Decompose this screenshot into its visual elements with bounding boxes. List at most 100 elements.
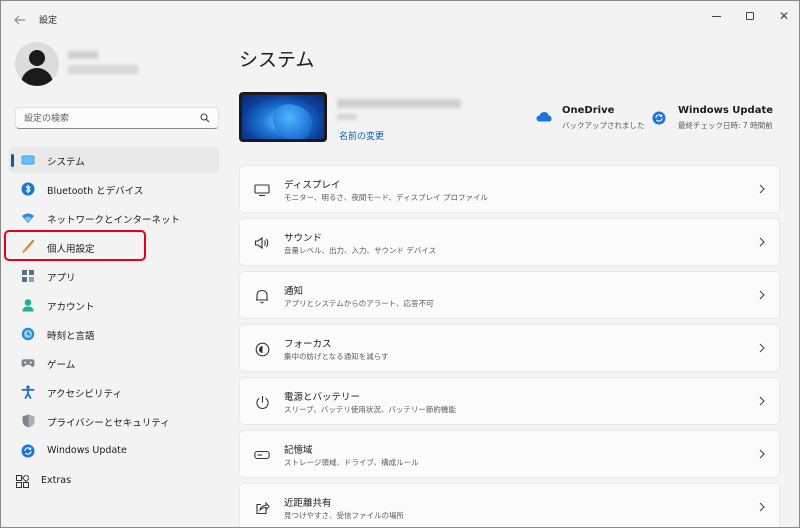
- back-button[interactable]: [9, 9, 31, 31]
- card-subtitle: 音量レベル、出力、入力、サウンド デバイス: [284, 246, 437, 255]
- sidebar-item-extras[interactable]: Extras: [3, 468, 213, 494]
- apps-icon: [21, 269, 35, 283]
- device-name-blurred: [337, 99, 461, 108]
- settings-card-sound[interactable]: サウンド 音量レベル、出力、入力、サウンド デバイス: [239, 218, 780, 266]
- wifi-icon: [21, 211, 35, 225]
- card-title: フォーカス: [284, 339, 332, 350]
- window-title: 設定: [39, 16, 58, 26]
- sidebar-item-time-language[interactable]: 時刻と言語: [9, 321, 219, 347]
- settings-card-focus[interactable]: フォーカス 集中の妨げとなる通知を減らす: [239, 324, 780, 372]
- windows-update-subtitle: 最終チェック日時: 7 時間前: [678, 121, 773, 130]
- gamepad-icon: [21, 356, 35, 370]
- card-title: 電源とバッテリー: [284, 392, 361, 403]
- device-wallpaper-thumbnail: [239, 92, 327, 142]
- card-subtitle: 見つけやすさ、受信ファイルの場所: [284, 511, 404, 520]
- selection-indicator: [11, 154, 14, 167]
- globe-clock-icon: [21, 327, 35, 341]
- sidebar-item-system[interactable]: システム: [9, 147, 219, 173]
- focus-icon: [254, 341, 270, 357]
- storage-drive-icon: [254, 447, 270, 463]
- sidebar-item-label: Windows Update: [47, 445, 127, 456]
- sidebar-item-accessibility[interactable]: アクセシビリティ: [9, 379, 219, 405]
- windows-update-status[interactable]: Windows Update 最終チェック日時: 7 時間前: [652, 105, 792, 135]
- chevron-right-icon: [757, 447, 767, 461]
- avatar[interactable]: [15, 42, 59, 86]
- sidebar-item-label: システム: [47, 157, 85, 168]
- user-email-blurred: [68, 65, 138, 74]
- maximize-icon: [746, 12, 754, 20]
- title-bar: 設定 ✕: [1, 1, 799, 39]
- device-model-blurred: [337, 114, 357, 120]
- card-subtitle: アプリとシステムからのアラート、応答不可: [284, 299, 434, 308]
- sidebar-item-accounts[interactable]: アカウント: [9, 292, 219, 318]
- card-subtitle: ストレージ領域、ドライブ、構成ルール: [284, 458, 419, 467]
- chevron-right-icon: [757, 500, 767, 514]
- card-title: 通知: [284, 286, 304, 297]
- sidebar-item-label: アプリ: [47, 273, 76, 284]
- sidebar-item-label: ネットワークとインターネット: [47, 215, 181, 226]
- windows-update-icon: [21, 444, 35, 458]
- extras-grid-icon: [15, 474, 29, 488]
- sidebar-item-label: Extras: [41, 475, 72, 486]
- settings-card-storage[interactable]: 記憶域 ストレージ領域、ドライブ、構成ルール: [239, 430, 780, 478]
- sidebar-item-bluetooth[interactable]: Bluetooth とデバイス: [9, 176, 219, 202]
- settings-window: 設定 ✕ システム Bluetooth とデバイス ネットワークとインタ: [0, 0, 800, 528]
- sidebar-item-apps[interactable]: アプリ: [9, 263, 219, 289]
- onedrive-status[interactable]: OneDrive バックアップされました: [536, 105, 651, 135]
- maximize-button[interactable]: [733, 1, 767, 31]
- arrow-left-icon: [14, 15, 26, 25]
- chevron-right-icon: [757, 394, 767, 408]
- settings-card-display[interactable]: ディスプレイ モニター、明るさ、夜間モード、ディスプレイ プロファイル: [239, 165, 780, 213]
- card-title: ディスプレイ: [284, 180, 341, 191]
- search-box: [15, 107, 219, 129]
- chevron-right-icon: [757, 341, 767, 355]
- windows-update-title: Windows Update: [678, 105, 774, 116]
- cloud-icon: [536, 111, 552, 125]
- minimize-icon: [711, 15, 721, 17]
- search-input[interactable]: [24, 112, 194, 125]
- search-icon[interactable]: [200, 113, 210, 123]
- sidebar-item-label: 時刻と言語: [47, 331, 95, 342]
- speaker-icon: [254, 235, 270, 251]
- chevron-right-icon: [757, 182, 767, 196]
- bell-icon: [254, 288, 270, 304]
- sidebar-item-label: アクセシビリティ: [47, 389, 122, 400]
- card-title: 近距離共有: [284, 498, 332, 509]
- minimize-button[interactable]: [699, 1, 733, 31]
- sidebar-item-label: プライバシーとセキュリティ: [47, 418, 170, 429]
- user-name-blurred: [68, 51, 98, 59]
- power-icon: [254, 394, 270, 410]
- sidebar-item-privacy-security[interactable]: プライバシーとセキュリティ: [9, 408, 219, 434]
- card-subtitle: モニター、明るさ、夜間モード、ディスプレイ プロファイル: [284, 193, 488, 202]
- onedrive-title: OneDrive: [562, 105, 615, 116]
- rename-link[interactable]: 名前の変更: [339, 129, 384, 142]
- settings-card-notifications[interactable]: 通知 アプリとシステムからのアラート、応答不可: [239, 271, 780, 319]
- card-title: 記憶域: [284, 445, 313, 456]
- card-subtitle: スリープ、バッテリ使用状況、バッテリー節約機能: [284, 405, 456, 414]
- accessibility-icon: [21, 385, 35, 399]
- card-subtitle: 集中の妨げとなる通知を減らす: [284, 352, 389, 361]
- close-icon: ✕: [778, 9, 790, 23]
- sidebar-item-label: ゲーム: [47, 360, 76, 371]
- page-title: システム: [239, 49, 315, 71]
- sidebar-item-label: Bluetooth とデバイス: [47, 186, 144, 197]
- shield-icon: [21, 414, 35, 428]
- bluetooth-icon: [21, 182, 35, 196]
- sidebar-item-network[interactable]: ネットワークとインターネット: [9, 205, 219, 231]
- account-icon: [21, 298, 35, 312]
- onedrive-subtitle: バックアップされました: [562, 121, 645, 130]
- red-highlight-annotation: [4, 230, 146, 261]
- system-display-icon: [21, 153, 35, 167]
- sidebar-item-label: アカウント: [47, 302, 95, 313]
- chevron-right-icon: [757, 235, 767, 249]
- close-button[interactable]: ✕: [767, 1, 799, 31]
- settings-card-nearby-sharing[interactable]: 近距離共有 見つけやすさ、受信ファイルの場所: [239, 483, 780, 527]
- sidebar-item-gaming[interactable]: ゲーム: [9, 350, 219, 376]
- card-title: サウンド: [284, 233, 323, 244]
- share-icon: [254, 500, 270, 516]
- sidebar-item-windows-update[interactable]: Windows Update: [9, 438, 219, 464]
- display-monitor-icon: [254, 182, 270, 198]
- chevron-right-icon: [757, 288, 767, 302]
- windows-update-icon: [652, 111, 668, 125]
- settings-card-power-battery[interactable]: 電源とバッテリー スリープ、バッテリ使用状況、バッテリー節約機能: [239, 377, 780, 425]
